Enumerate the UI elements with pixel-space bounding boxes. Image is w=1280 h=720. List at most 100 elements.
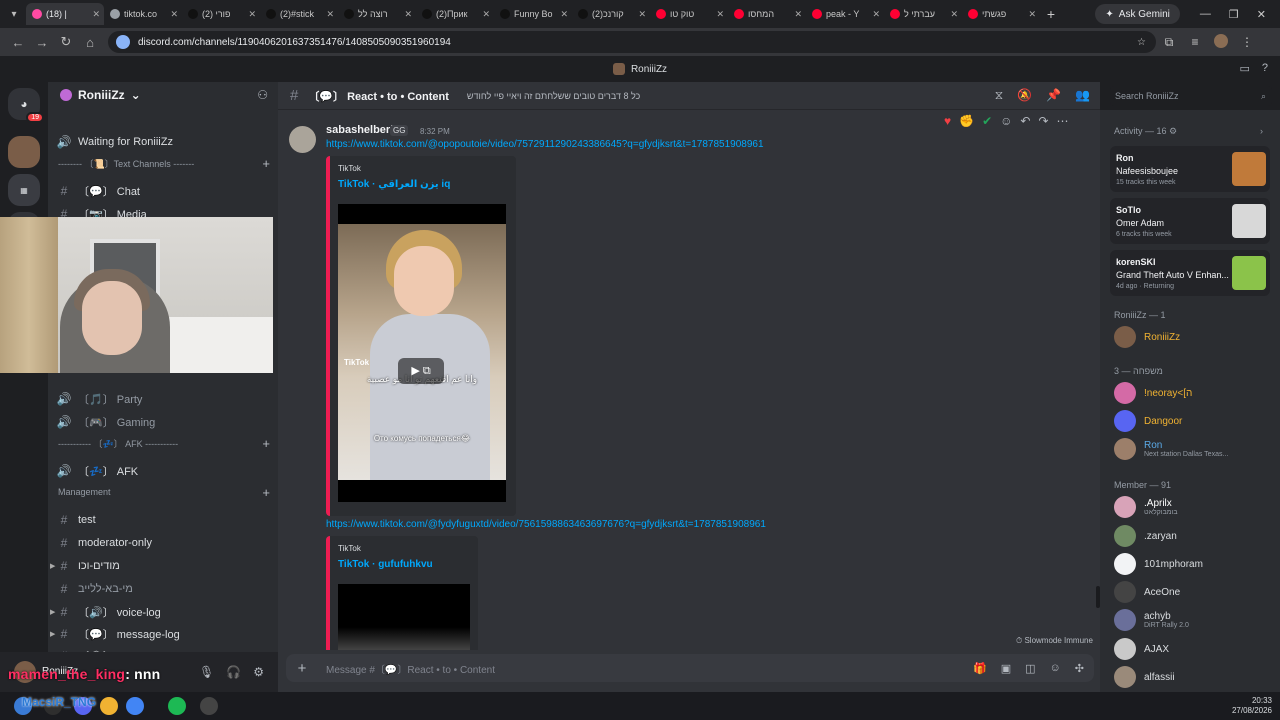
browser-tab[interactable]: פגשתי ✕ (962, 3, 1040, 25)
server-folder[interactable]: ▦ (8, 174, 40, 206)
close-tab-icon[interactable]: ✕ (1028, 9, 1036, 20)
more-options-icon[interactable]: ⋯ (1057, 114, 1069, 128)
forward-icon[interactable]: ↷ (1038, 114, 1048, 128)
inbox-icon[interactable]: ▭ (1239, 62, 1249, 75)
threads-icon[interactable]: ⧖ (995, 88, 1003, 103)
emoji-icon[interactable]: ☺ (1050, 662, 1061, 675)
channel-item[interactable]: # moderator-only (56, 533, 270, 553)
close-tab-icon[interactable]: ✕ (794, 9, 802, 20)
profile-avatar[interactable] (1208, 33, 1234, 51)
member-list-icon[interactable]: 👥 (1075, 88, 1090, 103)
member-item[interactable]: Dangoor (1114, 408, 1274, 434)
member-item[interactable]: !neoray<[ה (1114, 380, 1274, 406)
tab-search-icon[interactable]: ▾ (2, 4, 26, 24)
create-channel-icon[interactable]: + (262, 156, 270, 171)
member-item[interactable]: RoniiiZz (1114, 324, 1274, 350)
channel-item[interactable]: ▶ # 〔💬〕 message-log (50, 624, 270, 644)
browser-tab[interactable]: peak - Y ✕ (806, 3, 884, 25)
minimize-icon[interactable]: — (1200, 8, 1211, 21)
microphone-icon[interactable]: 🎙 (199, 665, 214, 679)
extensions-icon[interactable]: ⧉ (1156, 35, 1182, 50)
browser-tab[interactable]: Funny Bo ✕ (494, 3, 572, 25)
channel-item[interactable]: 🔊 Waiting for RoniiiZz (56, 132, 270, 152)
close-icon[interactable]: ✕ (1257, 8, 1266, 21)
embed-title[interactable]: TikTok · يزن العراقي iq (338, 179, 450, 190)
video-player[interactable] (338, 584, 470, 650)
member-item[interactable]: .Aprilx בומבוקלאט (1114, 494, 1274, 520)
media-controls-icon[interactable]: ≡ (1182, 35, 1208, 49)
obs-icon[interactable] (200, 697, 218, 715)
embed-title[interactable]: TikTok · gufufuhkvu (338, 559, 433, 570)
guild-tag[interactable]: GG (390, 125, 409, 136)
member-item[interactable]: alfassii (1114, 664, 1274, 690)
apps-icon[interactable]: ✣ (1075, 662, 1084, 675)
help-icon[interactable]: ? (1262, 62, 1268, 75)
channel-item[interactable]: # test (56, 510, 270, 530)
close-tab-icon[interactable]: ✕ (872, 9, 880, 20)
invite-icon[interactable]: ⚇ (257, 88, 268, 102)
play-icon[interactable]: ▶ ⧉ (398, 358, 444, 384)
create-channel-icon[interactable]: + (262, 485, 270, 500)
restore-icon[interactable]: ❐ (1229, 8, 1239, 21)
member-item[interactable]: Ron Next station Dallas Texas... (1114, 436, 1274, 462)
close-tab-icon[interactable]: ✕ (248, 9, 256, 20)
search-input[interactable]: Search RoniiiZz ⌕ (1110, 86, 1272, 106)
new-tab-button[interactable]: + (1040, 6, 1062, 22)
close-tab-icon[interactable]: ✕ (326, 9, 334, 20)
browser-tab[interactable]: (2)קורנכ ✕ (572, 3, 650, 25)
heart-reaction-icon[interactable]: ♥ (944, 114, 951, 128)
member-item[interactable]: 101mphoram (1114, 551, 1274, 577)
browser-tab[interactable]: tiktok.co ✕ (104, 3, 182, 25)
channel-item[interactable]: ▶ # 〔🔊〕 voice-log (50, 602, 270, 622)
back-icon[interactable]: ← (6, 35, 30, 50)
channel-item[interactable]: 🔊 〔🎵〕 Party (56, 389, 270, 409)
collapse-arrow-icon[interactable]: ▶ (50, 608, 55, 616)
activity-card[interactable]: SoTlo Omer Adam 6 tracks this week (1110, 198, 1270, 244)
channel-category[interactable]: ----------- 〔💤〕 AFK ----------- + (58, 436, 270, 451)
channel-item[interactable]: # מי-בא-ללייב (56, 579, 270, 599)
message-link[interactable]: https://www.tiktok.com/@opopoutoie/video… (326, 139, 764, 150)
browser-tab[interactable]: פורי (2) ✕ (182, 3, 260, 25)
gift-icon[interactable]: 🎁 (973, 662, 987, 675)
browser-tab[interactable]: עברתי ל ✕ (884, 3, 962, 25)
spotify-icon[interactable] (168, 697, 186, 715)
browser-tab[interactable]: (2)Прик ✕ (416, 3, 494, 25)
channel-item[interactable]: # 〔💬〕 Chat (56, 181, 270, 201)
add-reaction-icon[interactable]: ☺ (1000, 114, 1012, 128)
member-item[interactable]: AJAX (1114, 636, 1274, 662)
channel-item[interactable]: ▶ # מודים-וכו (50, 556, 270, 576)
upload-plus-icon[interactable]: + (286, 660, 318, 677)
avatar[interactable] (289, 126, 316, 153)
browser-tab[interactable]: טוק טו ✕ (650, 3, 728, 25)
collapse-arrow-icon[interactable]: ▶ (50, 630, 55, 638)
chrome-icon[interactable] (126, 697, 144, 715)
video-player[interactable]: TikTok وانا عم اقنعهم تو انا مو عصبية От… (338, 204, 506, 502)
member-item[interactable]: achyb DiRT Rally 2.0 (1114, 607, 1274, 633)
close-tab-icon[interactable]: ✕ (638, 9, 646, 20)
sticker-icon[interactable]: ◫ (1025, 662, 1035, 675)
system-clock[interactable]: 20:33 27/08/2026 (1232, 696, 1272, 716)
message-link[interactable]: https://www.tiktok.com/@fydyfuguxtd/vide… (326, 519, 766, 530)
check-reaction-icon[interactable]: ✔ (982, 114, 992, 128)
close-tab-icon[interactable]: ✕ (950, 9, 958, 20)
create-channel-icon[interactable]: + (262, 436, 270, 451)
close-tab-icon[interactable]: ✕ (404, 9, 412, 20)
forward-icon[interactable]: → (30, 35, 54, 50)
bookmark-star-icon[interactable]: ☆ (1137, 37, 1146, 48)
channel-item[interactable]: 🔊 〔💤〕 AFK (56, 461, 270, 481)
server-roniiizz[interactable] (8, 136, 40, 168)
reload-icon[interactable]: ↻ (54, 34, 78, 50)
browser-tab[interactable]: (2)#stick ✕ (260, 3, 338, 25)
url-bar[interactable]: discord.com/channels/1190406201637351476… (108, 31, 1156, 53)
activity-card[interactable]: korenSKI Grand Theft Auto V Enhan... 4d ag… (1110, 250, 1270, 296)
gif-icon[interactable]: ▣ (1001, 662, 1011, 675)
member-item[interactable]: .zaryan (1114, 523, 1274, 549)
browser-tab[interactable]: רוצה לל ✕ (338, 3, 416, 25)
message-input[interactable]: + Message #〔💬〕React • to • Content 🎁 ▣ ◫… (286, 654, 1094, 682)
notifications-icon[interactable]: 🔕 (1017, 88, 1032, 103)
reply-icon[interactable]: ↶ (1020, 114, 1030, 128)
direct-messages-button[interactable]: ◕ 19 (8, 88, 44, 123)
channel-topic[interactable]: כל 8 דברים טובים ששלחתם זה ויאיי פיי לחו… (467, 91, 640, 101)
channel-category[interactable]: -------- 〔📜〕Text Channels ------- + (58, 156, 270, 171)
gear-icon[interactable]: ⚙ (253, 665, 264, 679)
